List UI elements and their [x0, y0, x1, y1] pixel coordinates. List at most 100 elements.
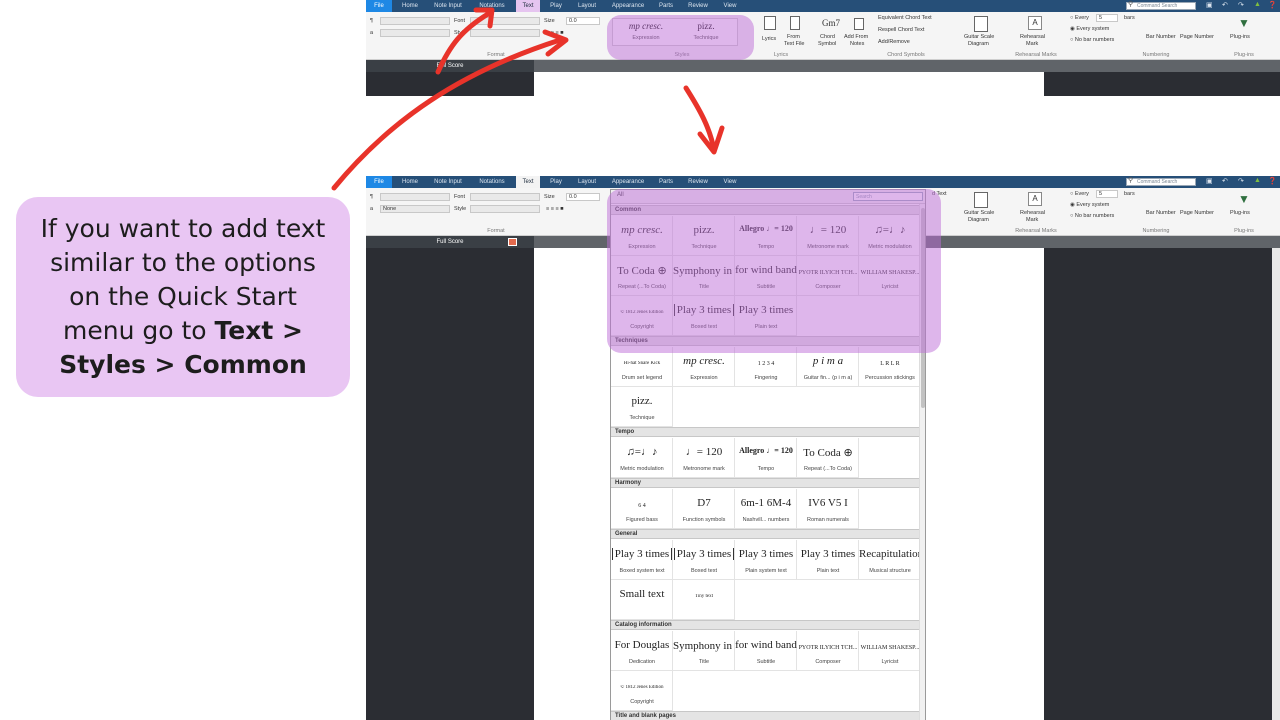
text-file-label[interactable]: Text File	[784, 41, 804, 47]
plugin-icon[interactable]: ▲	[1254, 1, 1261, 8]
style-item[interactable]: WILLIAM SHAKESP... Lyricist	[859, 631, 921, 671]
tab-view[interactable]: View	[718, 0, 742, 12]
guitar-scale-label[interactable]: Guitar Scale	[964, 210, 994, 216]
tab-parts[interactable]: Parts	[654, 176, 678, 188]
style-item[interactable]: 1 2 3 4 Fingering	[735, 347, 797, 387]
every-system-radio[interactable]: ◉ Every system	[1070, 26, 1109, 32]
guitar-scale-label[interactable]: Guitar Scale	[964, 34, 994, 40]
page-number-change-label[interactable]: Page Number	[1180, 34, 1214, 40]
mark-label[interactable]: Mark	[1026, 217, 1038, 223]
redo-icon[interactable]: ↷	[1238, 1, 1244, 9]
tab-parts[interactable]: Parts	[654, 0, 678, 12]
guitar-scale-diagram-icon[interactable]	[974, 192, 988, 208]
lyrics-icon[interactable]	[764, 16, 776, 30]
every-radio[interactable]: ○ Every	[1070, 15, 1089, 21]
undo-icon[interactable]: ↶	[1222, 177, 1228, 185]
style-item[interactable]: 6m-1 6M-4 Nashvill... numbers	[735, 489, 797, 529]
every-bars-field[interactable]: 5	[1096, 190, 1118, 198]
add-remove-button[interactable]: Add/Remove	[878, 39, 910, 45]
tab-review[interactable]: Review	[682, 0, 714, 12]
add-from-label[interactable]: Add From	[844, 34, 868, 40]
align-icons[interactable]: ≡ ≡ ≡ ■	[546, 30, 564, 36]
tab-home[interactable]: Home	[396, 0, 424, 12]
style-item[interactable]: p i m a Guitar fin... (p i m a)	[797, 347, 859, 387]
every-bars-field[interactable]: 5	[1096, 14, 1118, 22]
notes-label[interactable]: Notes	[850, 41, 864, 47]
style-item[interactable]: for wind band Subtitle	[735, 631, 797, 671]
tab-review[interactable]: Review	[682, 176, 714, 188]
style-item[interactable]: To Coda ⊕ Repeat (...To Coda)	[797, 438, 859, 478]
style-dropdown[interactable]	[380, 17, 450, 25]
chord-label[interactable]: Chord	[820, 34, 835, 40]
redo-icon[interactable]: ↷	[1238, 177, 1244, 185]
style-item[interactable]: 6 4 Figured bass	[611, 489, 673, 529]
tab-notations[interactable]: Notations	[472, 176, 512, 188]
tab-note-input[interactable]: Note Input	[428, 176, 468, 188]
every-system-radio[interactable]: ◉ Every system	[1070, 202, 1109, 208]
style-item[interactable]: Small text	[611, 580, 673, 620]
guitar-scale-diagram-icon[interactable]	[974, 16, 988, 32]
plugin-icon[interactable]: ▲	[1254, 177, 1261, 184]
plug-ins-icon[interactable]: ▼	[1238, 192, 1250, 206]
style-item[interactable]: Play 3 times Plain text	[797, 540, 859, 580]
text-file-icon[interactable]	[790, 16, 800, 30]
diagram-label[interactable]: Diagram	[968, 41, 989, 47]
tab-play[interactable]: Play	[544, 176, 568, 188]
full-score-tab[interactable]: Full Score	[366, 60, 534, 72]
style-dropdown[interactable]	[380, 193, 450, 201]
tab-play[interactable]: Play	[544, 0, 568, 12]
style-item[interactable]: L R L R Percussion stickings	[859, 347, 921, 387]
symbol-label[interactable]: Symbol	[818, 41, 836, 47]
no-bar-numbers-radio[interactable]: ○ No bar numbers	[1070, 37, 1114, 43]
font-dropdown[interactable]	[470, 193, 540, 201]
style-item[interactable]: Tiny text	[673, 580, 735, 620]
from-label[interactable]: From	[787, 34, 800, 40]
none-dropdown[interactable]	[380, 29, 450, 37]
style-item[interactable]: Play 3 times Boxed system text	[611, 540, 673, 580]
style-field[interactable]	[470, 29, 540, 37]
tab-layout[interactable]: Layout	[572, 0, 602, 12]
tab-note-input[interactable]: Note Input	[428, 0, 468, 12]
tab-text[interactable]: Text	[516, 176, 540, 188]
diagram-label[interactable]: Diagram	[968, 217, 989, 223]
tab-text[interactable]: Text	[516, 0, 540, 12]
style-item[interactable]: Allegro ♩= 120 Tempo	[735, 438, 797, 478]
bar-number-change-label[interactable]: Bar Number	[1146, 210, 1176, 216]
style-item[interactable]: PYOTR ILYICH TCH... Composer	[797, 631, 859, 671]
style-item[interactable]: Play 3 times Boxed text	[673, 540, 735, 580]
style-item[interactable]: Recapitulation Musical structure	[859, 540, 921, 580]
plug-ins-button[interactable]: Plug-ins	[1230, 34, 1250, 40]
style-item[interactable]: pizz. Technique	[611, 387, 673, 427]
help-icon[interactable]: ❓	[1268, 177, 1277, 185]
style-item[interactable]: Hi-hat Snare Kick Drum set legend	[611, 347, 673, 387]
style-item[interactable]: For Douglas Dedication	[611, 631, 673, 671]
plug-ins-button[interactable]: Plug-ins	[1230, 210, 1250, 216]
tab-appearance[interactable]: Appearance	[606, 0, 650, 12]
bar-number-change-label[interactable]: Bar Number	[1146, 34, 1176, 40]
equivalent-chord-text[interactable]: Equivalent Chord Text	[878, 15, 932, 21]
add-from-notes-icon[interactable]	[854, 18, 864, 30]
size-field[interactable]: 0.0	[566, 193, 600, 201]
font-dropdown[interactable]	[470, 17, 540, 25]
style-item[interactable]: D7 Function symbols	[673, 489, 735, 529]
none-dropdown[interactable]: None	[380, 205, 450, 213]
score-scrollbar[interactable]	[1272, 248, 1280, 720]
tab-home[interactable]: Home	[396, 176, 424, 188]
size-field[interactable]: 0.0	[566, 17, 600, 25]
b-icon[interactable]: a	[370, 30, 373, 36]
tab-view[interactable]: View	[718, 176, 742, 188]
close-tab-icon[interactable]	[508, 238, 517, 246]
chord-symbol-icon[interactable]: Gm7	[822, 18, 840, 28]
rehearsal-label[interactable]: Rehearsal	[1020, 210, 1045, 216]
command-search-input[interactable]: ⚲ Command Search	[1126, 177, 1196, 186]
tab-layout[interactable]: Layout	[572, 176, 602, 188]
tab-file[interactable]: File	[366, 0, 392, 12]
style-item[interactable]: mp cresc. Expression	[673, 347, 735, 387]
rehearsal-label[interactable]: Rehearsal	[1020, 34, 1045, 40]
plug-ins-icon[interactable]: ▼	[1238, 16, 1250, 30]
every-radio[interactable]: ○ Every	[1070, 191, 1089, 197]
align-icons[interactable]: ≡ ≡ ≡ ■	[546, 206, 564, 212]
no-bar-numbers-radio[interactable]: ○ No bar numbers	[1070, 213, 1114, 219]
tab-file[interactable]: File	[366, 176, 392, 188]
page-number-change-label[interactable]: Page Number	[1180, 210, 1214, 216]
